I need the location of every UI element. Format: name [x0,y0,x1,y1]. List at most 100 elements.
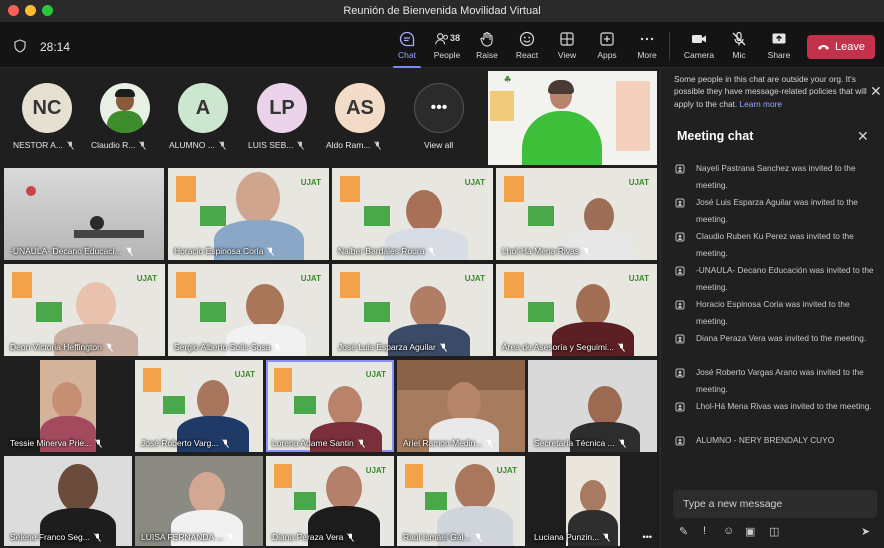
view-button[interactable]: View [547,30,587,64]
mic-muted-icon [93,532,101,542]
mic-muted-icon [732,31,746,46]
raise-label: Raise [476,50,498,60]
share-screen-icon [772,33,786,44]
people-icon [435,33,448,45]
participant-tile[interactable]: Tessie Minerva Prie... [4,360,132,452]
view-all-button[interactable]: ••• [404,80,474,133]
tile-name: Lorena Adame Santin [272,438,365,448]
participant-tile[interactable]: Selene Franco Seg... [4,456,132,546]
participant-tile[interactable]: UJAT Sergio Alberto Solís Sosa [168,264,329,356]
close-window-icon[interactable] [8,5,19,16]
participant-tile[interactable]: UJAT Naiber Bardales Roura [332,168,493,260]
tile-name: Deon Victoria Heffington [10,342,113,352]
tile-name-text: Horacio Espinosa Coria [174,246,264,256]
brand-logo: UJAT [365,370,386,379]
participant-tile[interactable]: UJAT Horacio Espinosa Coria [168,168,329,260]
avatar: A [178,83,228,133]
mic-muted-icon [227,532,235,542]
featured-video[interactable]: ☘ [488,71,657,165]
tile-name: LUISA FERNANDA ... [141,532,235,542]
tile-name-text: José Roberto Varg... [141,438,219,448]
more-dots-icon [640,37,654,41]
meeting-chat-pane: Some people in this chat are outside you… [660,68,884,548]
brand-logo: UJAT [136,274,157,283]
send-icon[interactable]: ➤ [861,525,870,538]
tile-name: Diana Peraza Vera [272,532,355,542]
strip-participant[interactable]: A [168,80,238,133]
camera-label: Camera [683,50,715,60]
raise-hand-button[interactable]: Raise [467,30,507,64]
participant-tile[interactable]: UJAT Lhol-Há Mena Rivas [496,168,657,260]
chat-compose-input[interactable]: Type a new message [673,490,877,518]
strip-participant-name: ALUMNO ... [169,140,244,150]
mic-button[interactable]: Mic [719,30,759,64]
participant-tile[interactable]: UJAT José Roberto Varg... [135,360,263,452]
participant-tile[interactable]: UJAT Lorena Adame Santin [266,360,394,452]
brand-logo: UJAT [300,274,321,283]
participant-tile[interactable]: Luciana Punzin... ••• [528,456,657,546]
people-button[interactable]: 38 People [427,30,467,64]
event-poster [176,272,232,332]
learn-more-link[interactable]: Learn more [740,99,782,109]
tile-name: -UNAULA- Decano Educaci... [10,246,133,256]
participant-tile[interactable]: UJAT Deon Victoria Heffington [4,264,165,356]
view-all-label: View all [424,140,454,150]
gif-icon[interactable]: ▣ [745,525,755,538]
minimize-window-icon[interactable] [25,5,36,16]
chat-event: Claudio Ruben Ku Perez was invited to th… [675,228,875,262]
window-titlebar: Reunión de Bienvenida Movilidad Virtual [0,0,884,22]
participant-name-text: Aldo Ram... [326,140,371,150]
participant-tile[interactable]: Secretaría Técnica ... [528,360,657,452]
strip-participant[interactable]: NC [12,80,82,133]
participant-tile[interactable]: UJAT Diana Peraza Vera [266,456,394,546]
chat-event-text: -UNAULA- Decano Educación was invited to… [696,265,874,292]
participant-tile[interactable]: LUISA FERNANDA ... [135,456,263,546]
brand-logo: UJAT [628,178,649,187]
participant-tile[interactable]: UJAT Raúl Ismael Gal... [397,456,525,546]
participant-tile[interactable]: UJAT Área de Asesoría y Seguimi... [496,264,657,356]
more-dots-icon: ••• [414,83,464,133]
sticker-icon[interactable]: ◫ [769,525,779,538]
strip-participant[interactable]: AS [325,80,395,133]
strip-participant[interactable]: LP [247,80,317,133]
hang-up-icon [817,45,830,50]
mic-muted-icon [67,140,74,150]
react-button[interactable]: React [507,30,547,64]
participant-tile[interactable]: -UNAULA- Decano Educaci... [4,168,164,260]
mic-muted-icon [474,532,482,542]
meeting-toolbar: 28:14 Chat 38 People Raise React View Ap… [0,22,884,68]
emoji-icon[interactable]: ☺ [723,525,734,537]
participant-tile[interactable]: Ariel Ramon Medin... [397,360,525,452]
tile-name: Selene Franco Seg... [10,532,101,542]
camera-button[interactable]: Camera [679,30,719,64]
tile-name-text: Lorena Adame Santin [272,438,354,448]
priority-icon[interactable]: ! [703,525,706,537]
mic-muted-icon [218,140,226,150]
chat-button[interactable]: Chat [387,30,427,68]
maximize-window-icon[interactable] [42,5,53,16]
close-notice-icon[interactable]: ✕ [870,83,882,100]
avatar: NC [22,83,72,133]
window-controls[interactable] [8,5,53,16]
leave-button[interactable]: Leave [807,35,875,59]
format-icon[interactable]: ✎ [679,525,688,538]
participant-name-text: Claudio R... [91,140,136,150]
tile-name-text: José Luis Esparza Aguilar [338,342,436,352]
participant-name-text: LUIS SEB... [248,140,294,150]
close-chat-icon[interactable]: ✕ [857,128,869,145]
more-button[interactable]: More [627,30,667,64]
person-added-icon [675,368,685,378]
share-button[interactable]: Share [759,30,799,64]
chat-event-text: Claudio Ruben Ku Perez was invited to th… [696,231,854,258]
external-org-notice: Some people in this chat are outside you… [674,73,874,110]
apps-button[interactable]: Apps [587,30,627,64]
strip-participant-name: Aldo Ram... [326,140,401,150]
tile-name-text: Luciana Punzin... [534,532,600,542]
person-added-icon [675,334,685,344]
participant-tile[interactable]: UJAT José Luis Esparza Aguilar [332,264,493,356]
mic-muted-icon [125,246,133,256]
strip-participant[interactable] [90,80,160,133]
tile-more-icon[interactable]: ••• [643,532,652,542]
chat-event: José Luis Esparza Aguilar was invited to… [675,194,875,228]
person-added-icon [675,232,685,242]
